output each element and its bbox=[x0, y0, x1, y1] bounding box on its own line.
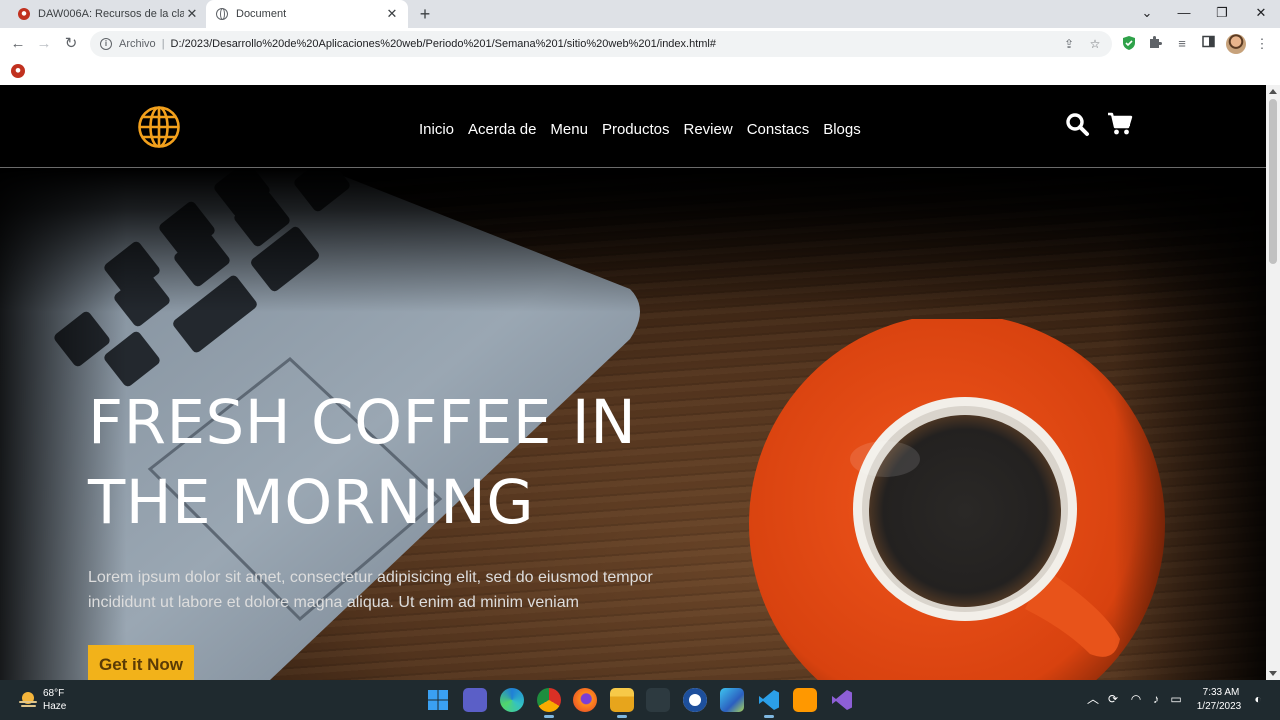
tab-title: DAW006A: Recursos de la clase bbox=[38, 8, 184, 20]
visual-studio-icon[interactable] bbox=[830, 688, 854, 712]
nav-menu[interactable]: Menu bbox=[550, 121, 588, 138]
site-header: Inicio Acerda de Menu Productos Review C… bbox=[0, 85, 1266, 168]
moodle-icon bbox=[18, 8, 30, 20]
globe-icon bbox=[216, 8, 228, 20]
info-icon[interactable]: i bbox=[100, 38, 112, 50]
game-icon[interactable] bbox=[646, 688, 670, 712]
kebab-menu-icon[interactable]: ⋮ bbox=[1253, 35, 1271, 53]
main-nav: Inicio Acerda de Menu Productos Review C… bbox=[419, 121, 861, 138]
tab-strip: DAW006A: Recursos de la clase ✕ Document… bbox=[0, 0, 1280, 28]
hero-section: FRESH COFFEE IN THE MORNING Lorem ipsum … bbox=[0, 169, 1266, 680]
globe-logo-icon[interactable] bbox=[137, 105, 181, 149]
address-separator: | bbox=[161, 38, 165, 50]
sync-icon[interactable]: ⟳ bbox=[1106, 692, 1120, 706]
side-panel-icon[interactable] bbox=[1199, 35, 1217, 53]
explorer-active-indicator bbox=[617, 715, 627, 718]
clock-date[interactable]: 1/27/2023 bbox=[1192, 701, 1246, 712]
vscode-active-indicator bbox=[764, 715, 774, 718]
word-icon[interactable] bbox=[683, 688, 707, 712]
search-icon[interactable] bbox=[1064, 111, 1090, 137]
weather-temperature[interactable]: 68°F bbox=[43, 688, 64, 699]
app-icon[interactable] bbox=[720, 688, 744, 712]
star-icon[interactable]: ☆ bbox=[1086, 35, 1104, 53]
file-explorer-icon[interactable] bbox=[610, 688, 634, 712]
hero-title: FRESH COFFEE IN THE MORNING bbox=[88, 387, 637, 538]
start-icon[interactable] bbox=[426, 688, 450, 712]
address-scheme: Archivo bbox=[119, 38, 156, 50]
firefox-icon[interactable] bbox=[573, 688, 597, 712]
reload-icon[interactable]: ↻ bbox=[59, 32, 83, 56]
nav-acerda-de[interactable]: Acerda de bbox=[468, 121, 536, 138]
weather-description[interactable]: Haze bbox=[43, 701, 66, 712]
nav-review[interactable]: Review bbox=[684, 121, 733, 138]
forward-icon[interactable]: → bbox=[32, 32, 56, 56]
share-icon[interactable]: ⇪ bbox=[1060, 35, 1078, 53]
tab-recursos[interactable]: DAW006A: Recursos de la clase ✕ bbox=[8, 0, 208, 28]
bookmarks-bar bbox=[0, 60, 1280, 85]
weather-haze-icon[interactable] bbox=[17, 689, 39, 711]
back-icon[interactable]: ← bbox=[6, 32, 30, 56]
notification-icon[interactable]: ◐ bbox=[1251, 692, 1265, 706]
hero-description: Lorem ipsum dolor sit amet, consectetur … bbox=[88, 569, 653, 611]
nav-productos[interactable]: Productos bbox=[602, 121, 670, 138]
vscode-icon[interactable] bbox=[757, 688, 781, 712]
volume-icon[interactable]: ♪ bbox=[1149, 692, 1163, 706]
restore-icon[interactable]: ❐ bbox=[1203, 0, 1241, 28]
minimize-icon[interactable]: — bbox=[1165, 0, 1203, 28]
page-scrollbar[interactable] bbox=[1266, 85, 1280, 680]
tab-search-icon[interactable]: ⌄ bbox=[1128, 0, 1166, 28]
puzzle-icon[interactable] bbox=[1146, 35, 1164, 53]
nav-inicio[interactable]: Inicio bbox=[419, 121, 454, 138]
address-url[interactable]: D:/2023/Desarrollo%20de%20Aplicaciones%2… bbox=[171, 38, 716, 50]
tray-overflow-icon[interactable]: ︿ bbox=[1086, 692, 1100, 706]
teams-icon[interactable] bbox=[463, 688, 487, 712]
new-tab-button[interactable]: + bbox=[414, 3, 436, 25]
tab-title: Document bbox=[236, 8, 287, 20]
chrome-icon[interactable] bbox=[537, 688, 561, 712]
sublime-icon[interactable] bbox=[793, 688, 817, 712]
tab-document[interactable]: Document ✕ bbox=[206, 0, 408, 28]
chrome-active-indicator bbox=[544, 715, 554, 718]
bookmark-moodle-icon[interactable] bbox=[11, 64, 25, 78]
scroll-down-arrow[interactable] bbox=[1269, 671, 1277, 676]
wifi-icon[interactable]: ◠ bbox=[1129, 692, 1143, 706]
nav-constacs[interactable]: Constacs bbox=[747, 121, 810, 138]
scroll-up-arrow[interactable] bbox=[1269, 89, 1277, 94]
cart-icon[interactable] bbox=[1107, 111, 1133, 137]
tab-close-icon[interactable]: ✕ bbox=[384, 6, 400, 22]
address-bar[interactable]: i Archivo | D:/2023/Desarrollo%20de%20Ap… bbox=[90, 31, 1112, 57]
edge-icon[interactable] bbox=[500, 688, 524, 712]
scroll-thumb[interactable] bbox=[1269, 99, 1277, 264]
reading-list-icon[interactable]: ≡ bbox=[1173, 35, 1191, 53]
shield-extension-icon[interactable] bbox=[1120, 35, 1138, 53]
close-icon[interactable]: ✕ bbox=[1242, 0, 1280, 28]
page-viewport: Inicio Acerda de Menu Productos Review C… bbox=[0, 85, 1266, 680]
get-it-now-button[interactable]: Get it Now bbox=[88, 645, 194, 680]
tab-close-icon[interactable]: ✕ bbox=[184, 6, 200, 22]
profile-avatar[interactable] bbox=[1226, 34, 1246, 54]
battery-icon[interactable]: ▭ bbox=[1169, 692, 1183, 706]
clock-time[interactable]: 7:33 AM bbox=[1196, 687, 1246, 698]
nav-blogs[interactable]: Blogs bbox=[823, 121, 861, 138]
